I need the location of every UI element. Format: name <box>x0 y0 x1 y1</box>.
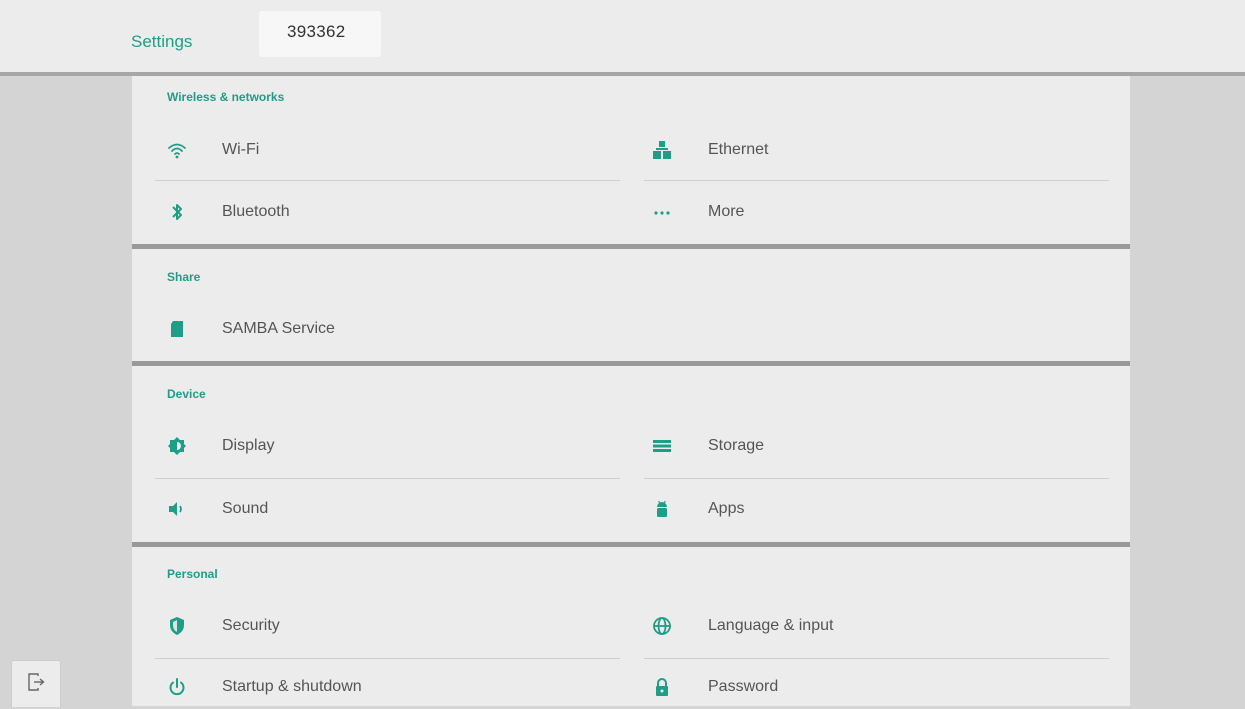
settings-item-apps[interactable]: Apps <box>644 491 1109 531</box>
exit-icon <box>26 672 46 697</box>
row-divider <box>644 180 1109 181</box>
page-title: Settings <box>131 32 193 51</box>
apps-label: Apps <box>708 500 745 517</box>
row-divider <box>155 478 620 479</box>
lock-icon <box>652 677 672 697</box>
row-divider <box>155 658 620 659</box>
settings-item-bluetooth[interactable]: Bluetooth <box>132 194 620 234</box>
more-label: More <box>708 203 745 220</box>
section-title-wireless: Wireless & networks <box>167 90 285 104</box>
startup-label: Startup & shutdown <box>222 678 362 695</box>
settings-item-storage[interactable]: Storage <box>644 428 1109 468</box>
section-title-device: Device <box>167 387 206 401</box>
shield-icon <box>167 616 187 636</box>
samba-label: SAMBA Service <box>222 320 335 337</box>
section-title-personal: Personal <box>167 567 218 581</box>
settings-item-display[interactable]: Display <box>132 428 620 468</box>
settings-item-security[interactable]: Security <box>132 608 620 648</box>
brightness-icon <box>167 436 187 456</box>
section-share: Share SAMBA Service <box>132 249 1130 361</box>
device-id-label: 393362 <box>287 22 346 41</box>
bluetooth-icon <box>167 202 187 222</box>
ethernet-label: Ethernet <box>708 141 769 158</box>
row-divider <box>155 180 620 181</box>
storage-icon <box>652 436 672 456</box>
security-label: Security <box>222 617 280 634</box>
settings-item-language[interactable]: Language & input <box>644 608 1109 648</box>
bluetooth-label: Bluetooth <box>222 203 290 220</box>
more-dots-icon <box>652 202 672 222</box>
sd-card-icon <box>167 319 187 339</box>
row-divider <box>644 658 1109 659</box>
volume-icon <box>167 499 187 519</box>
section-device: Device Display Storage Sound Apps <box>132 366 1130 542</box>
storage-label: Storage <box>708 437 765 454</box>
display-label: Display <box>222 437 275 454</box>
settings-item-more[interactable]: More <box>644 194 1109 234</box>
exit-button[interactable] <box>11 660 61 707</box>
language-label: Language & input <box>708 617 834 634</box>
settings-item-wifi[interactable]: Wi-Fi <box>132 132 620 172</box>
globe-icon <box>652 616 672 636</box>
section-personal: Personal Security Language & input Start… <box>132 547 1130 706</box>
password-label: Password <box>708 678 779 695</box>
wifi-icon <box>167 140 187 160</box>
settings-item-sound[interactable]: Sound <box>132 491 620 531</box>
settings-item-password[interactable]: Password <box>644 669 1109 709</box>
ethernet-icon <box>652 140 672 160</box>
row-divider <box>644 478 1109 479</box>
power-icon <box>167 677 187 697</box>
settings-item-startup[interactable]: Startup & shutdown <box>132 669 620 709</box>
wifi-label: Wi-Fi <box>222 141 260 158</box>
sound-label: Sound <box>222 500 269 517</box>
android-icon <box>652 499 672 519</box>
section-title-share: Share <box>167 270 201 284</box>
settings-item-samba[interactable]: SAMBA Service <box>132 311 620 351</box>
settings-item-ethernet[interactable]: Ethernet <box>644 132 1109 172</box>
section-wireless: Wireless & networks Wi-Fi Ethernet Bluet… <box>132 76 1130 244</box>
